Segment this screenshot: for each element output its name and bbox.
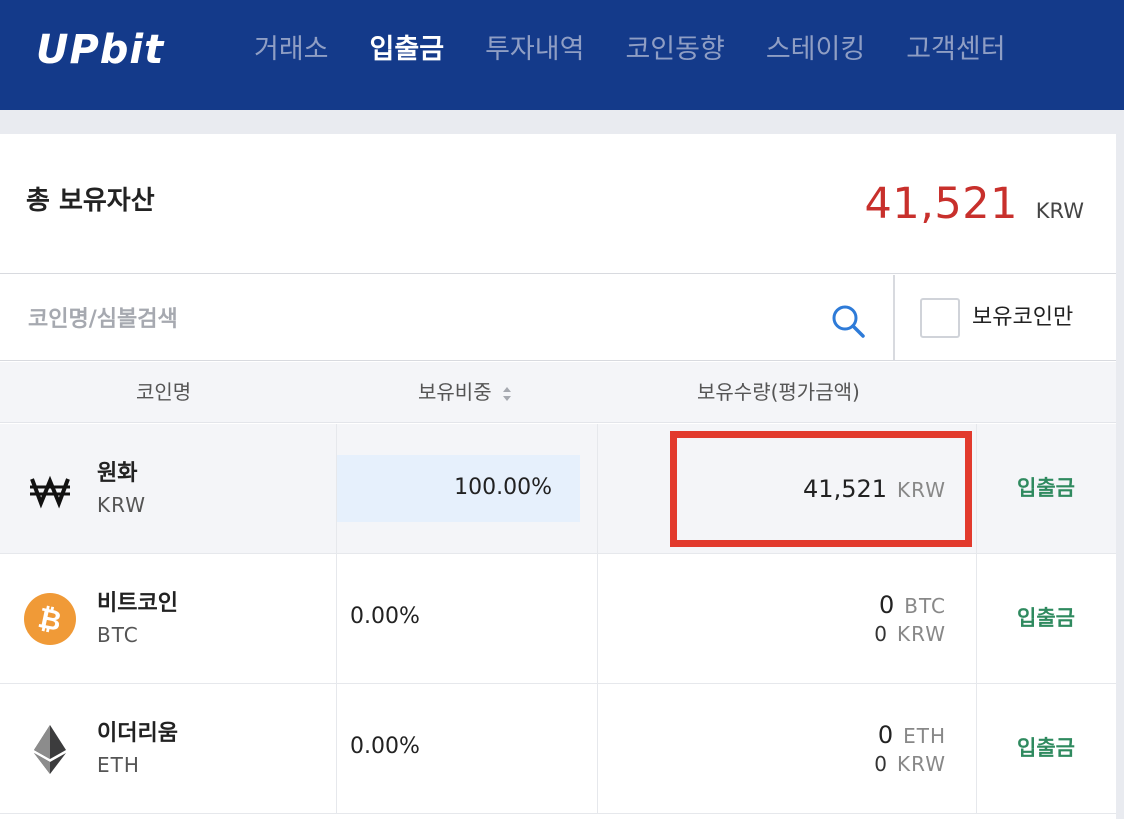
- column-divider: [597, 554, 598, 684]
- table-header: 코인명 보유비중 보유수량(평가금액): [0, 362, 1116, 423]
- search-icon[interactable]: [828, 301, 868, 341]
- total-assets-title: 총 보유자산: [26, 186, 155, 216]
- nav-deposit-withdraw[interactable]: 입출금: [370, 30, 445, 70]
- quantity-unit: BTC: [904, 594, 946, 618]
- search-divider: [893, 275, 895, 361]
- valuation-line: 0 KRW: [874, 748, 946, 779]
- header-quantity: 보유수량(평가금액): [697, 380, 860, 404]
- quantity-value: 0: [878, 591, 895, 619]
- column-divider: [976, 424, 977, 554]
- total-assets-amount: 41,521: [864, 179, 1018, 229]
- valuation-value: 0: [874, 752, 888, 776]
- header-coin-name: 코인명: [136, 380, 192, 404]
- total-assets-summary: 총 보유자산 41,521 KRW: [0, 134, 1116, 274]
- coin-symbol: ETH: [97, 753, 140, 777]
- weight-value: 0.00%: [350, 734, 420, 759]
- weight-bar: 100.00%: [337, 455, 580, 522]
- deposit-withdraw-button[interactable]: 입출금: [1017, 474, 1075, 502]
- deposit-withdraw-button[interactable]: 입출금: [1017, 734, 1075, 762]
- quantity-value: 0: [877, 721, 894, 749]
- coin-symbol: BTC: [97, 623, 139, 647]
- coin-search-input[interactable]: [28, 299, 808, 339]
- nav-coin-trends[interactable]: 코인동향: [625, 30, 724, 70]
- column-divider: [336, 684, 337, 814]
- column-divider: [976, 554, 977, 684]
- search-row: 보유코인만: [0, 275, 1116, 361]
- assets-panel: 총 보유자산 41,521 KRW 보유코인만 코인명 보유비중 보유수량(평가…: [0, 134, 1116, 819]
- bitcoin-icon: ₿: [24, 593, 76, 645]
- quantity-line: 0 BTC: [879, 590, 946, 621]
- upbit-logo[interactable]: UPbit: [36, 28, 164, 72]
- weight-value: 0.00%: [350, 604, 420, 629]
- held-coins-only-label[interactable]: 보유코인만: [972, 303, 1073, 333]
- deposit-withdraw-button[interactable]: 입출금: [1017, 604, 1075, 632]
- nav-staking[interactable]: 스테이킹: [766, 30, 865, 70]
- won-icon: [30, 475, 70, 509]
- column-divider: [597, 684, 598, 814]
- quantity-unit: KRW: [897, 478, 946, 502]
- coin-name: 원화: [97, 461, 138, 486]
- ethereum-icon: [34, 725, 66, 774]
- column-divider: [597, 424, 598, 554]
- quantity-line: 0 ETH: [878, 720, 946, 751]
- column-divider: [336, 554, 337, 684]
- header-weight-label: 보유비중: [418, 380, 492, 404]
- valuation-unit: KRW: [897, 622, 946, 646]
- table-row: ₿ 비트코인 BTC 0.00% 0 BTC 0 KRW 입출금: [0, 554, 1116, 684]
- nav-customer-center[interactable]: 고객센터: [906, 30, 1005, 70]
- table-row: 원화 KRW 100.00% 41,521 KRW 입출금: [0, 424, 1116, 554]
- table-row: 이더리움 ETH 0.00% 0 ETH 0 KRW 입출금: [0, 684, 1116, 814]
- quantity-unit: ETH: [903, 724, 946, 748]
- sort-icon[interactable]: [502, 386, 512, 402]
- weight-value: 100.00%: [454, 475, 552, 500]
- nav-investment-history[interactable]: 투자내역: [485, 30, 584, 70]
- valuation-value: 0: [874, 622, 888, 646]
- main-nav: 거래소 입출금 투자내역 코인동향 스테이킹 고객센터: [254, 30, 1047, 70]
- quantity-line: 41,521 KRW: [803, 474, 946, 505]
- valuation-line: 0 KRW: [874, 618, 946, 649]
- valuation-unit: KRW: [897, 752, 946, 776]
- top-navigation-bar: UPbit 거래소 입출금 투자내역 코인동향 스테이킹 고객센터: [0, 0, 1124, 110]
- header-weight[interactable]: 보유비중: [418, 378, 512, 406]
- coin-symbol: KRW: [97, 493, 146, 517]
- held-coins-only-checkbox[interactable]: [920, 298, 960, 338]
- nav-exchange[interactable]: 거래소: [254, 30, 329, 70]
- quantity-value: 41,521: [803, 475, 888, 503]
- total-assets-unit: KRW: [1035, 199, 1084, 223]
- coin-name: 비트코인: [97, 591, 178, 616]
- coin-name: 이더리움: [97, 721, 178, 746]
- column-divider: [976, 684, 977, 814]
